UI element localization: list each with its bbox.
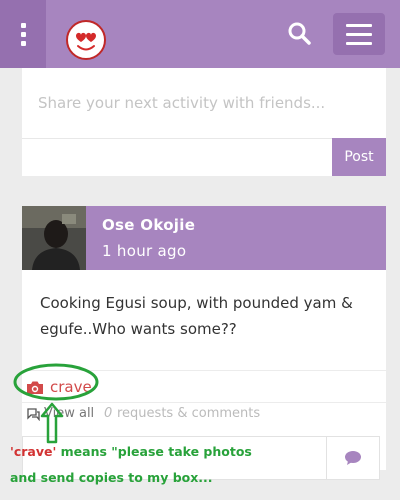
comments-icon bbox=[27, 408, 40, 421]
post-card: Ose Okojie 1 hour ago Cooking Egusi soup… bbox=[22, 206, 386, 470]
comments-row: View all 0 requests & comments bbox=[22, 402, 386, 427]
side-menu-button[interactable] bbox=[0, 0, 46, 68]
author-name[interactable]: Ose Okojie bbox=[102, 216, 195, 234]
avatar[interactable] bbox=[22, 206, 86, 270]
requests-count: 0 bbox=[104, 406, 113, 421]
post-button[interactable]: Post bbox=[332, 138, 386, 176]
heart-eyes-emoji-icon[interactable] bbox=[66, 20, 106, 60]
annotation-text-line1: 'crave' means "please take photos bbox=[10, 444, 252, 459]
post-time: 1 hour ago bbox=[102, 242, 187, 260]
post-text: Cooking Egusi soup, with pounded yam & e… bbox=[40, 294, 353, 338]
annotation-line1-rest: means "please take photos bbox=[60, 444, 252, 459]
annotation-circle bbox=[13, 363, 99, 401]
comment-button[interactable] bbox=[326, 437, 379, 479]
hamburger-menu-icon bbox=[346, 23, 372, 27]
vertical-dots-icon bbox=[20, 22, 26, 46]
speech-bubble-icon bbox=[345, 451, 361, 465]
search-button[interactable] bbox=[286, 20, 314, 48]
annotation-text-line2: and send copies to my box... bbox=[10, 470, 213, 485]
hamburger-menu-button[interactable] bbox=[333, 13, 385, 55]
requests-label: requests & comments bbox=[117, 406, 261, 421]
post-header: Ose Okojie 1 hour ago bbox=[22, 206, 386, 270]
share-activity-input[interactable] bbox=[22, 68, 386, 138]
annotation-arrow bbox=[40, 402, 64, 444]
top-bar bbox=[0, 0, 400, 68]
search-icon bbox=[288, 22, 311, 45]
annotation-quoted-word: 'crave' bbox=[10, 444, 57, 459]
